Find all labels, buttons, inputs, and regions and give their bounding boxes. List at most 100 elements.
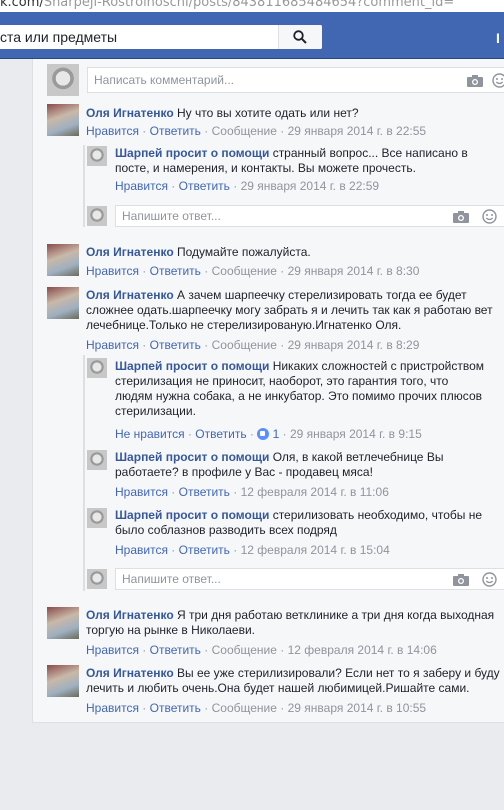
separator: · <box>280 338 285 352</box>
browser-url-bar[interactable]: k.com/Sharpeji-Rostrolnoschi/posts/84381… <box>0 0 504 12</box>
comment-date[interactable]: 29 января 2014 г. в 10:55 <box>288 701 426 715</box>
message-link[interactable]: Сообщение <box>212 264 277 278</box>
comment-author[interactable]: Оля Игнатенко <box>86 106 174 120</box>
user-avatar <box>87 569 107 589</box>
reply-link[interactable]: Ответить <box>179 485 230 499</box>
comment-date[interactable]: 12 февраля 2014 г. в 15:04 <box>241 543 390 557</box>
separator: · <box>171 543 176 557</box>
emoji-icon[interactable] <box>492 73 504 88</box>
reply-link[interactable]: Ответить <box>150 643 201 657</box>
url-path: Sharpeji-Rostrolnoschi/posts/84381168548… <box>43 0 455 10</box>
comment-actions: Нравится · Ответить · Сообщение · 29 янв… <box>86 700 426 716</box>
separator: · <box>204 338 209 352</box>
comment-date[interactable]: 29 января 2014 г. в 9:15 <box>290 427 422 441</box>
comment: Оля Игнатенко Вы ее уже стерилизировали?… <box>86 666 502 696</box>
comment-text: Ну что вы хотите одать или нет? <box>177 106 359 120</box>
comment-author[interactable]: Оля Игнатенко <box>86 288 174 302</box>
separator: · <box>280 643 285 657</box>
camera-icon[interactable] <box>453 211 469 223</box>
separator: · <box>187 427 192 441</box>
message-link[interactable]: Сообщение <box>212 643 277 657</box>
search-icon <box>293 30 307 44</box>
message-link[interactable]: Сообщение <box>212 338 277 352</box>
search-button[interactable] <box>278 25 322 49</box>
comment-author[interactable]: Оля Игнатенко <box>86 666 174 680</box>
likes-count[interactable]: 1 <box>273 427 280 441</box>
reply-input[interactable]: Напишите ответ... <box>115 568 504 590</box>
camera-icon[interactable] <box>453 574 469 586</box>
comment-date[interactable]: 12 февраля 2014 г. в 14:06 <box>288 643 437 657</box>
reply-link[interactable]: Ответить <box>150 264 201 278</box>
author-avatar[interactable] <box>47 607 79 639</box>
comment-author[interactable]: Шарпей просит о помощи <box>115 146 269 160</box>
author-avatar[interactable] <box>47 244 79 276</box>
unlike-link[interactable]: Не нравится <box>115 427 185 441</box>
like-icon[interactable] <box>257 428 270 440</box>
like-link[interactable]: Нравится <box>86 701 139 715</box>
comment: Оля Игнатенко Ну что вы хотите одать или… <box>86 106 496 121</box>
separator: · <box>280 701 285 715</box>
like-link[interactable]: Нравится <box>115 543 168 557</box>
reply-input[interactable]: Напишите ответ... <box>115 205 504 227</box>
emoji-icon[interactable] <box>482 572 497 587</box>
comment-actions: Не нравится · Ответить · 1 · 29 января 2… <box>115 426 422 442</box>
top-navigation-bar: I <box>0 12 504 59</box>
comment-author[interactable]: Оля Игнатенко <box>86 608 174 622</box>
comment-actions: Нравится · Ответить · Сообщение · 12 фев… <box>86 642 437 658</box>
emoji-icon[interactable] <box>482 209 497 224</box>
author-avatar[interactable] <box>47 287 79 319</box>
author-avatar[interactable] <box>87 358 107 378</box>
author-avatar[interactable] <box>47 104 79 136</box>
comment-actions: Нравится · Ответить · Сообщение · 29 янв… <box>86 337 419 353</box>
author-avatar[interactable] <box>87 450 107 470</box>
reply-link[interactable]: Ответить <box>150 338 201 352</box>
like-link[interactable]: Нравится <box>86 643 139 657</box>
reply-link[interactable]: Ответить <box>179 543 230 557</box>
like-link[interactable]: Нравится <box>86 338 139 352</box>
separator: · <box>142 338 147 352</box>
comment: Оля Игнатенко А зачем шарпеечку стерелиз… <box>86 288 502 333</box>
message-link[interactable]: Сообщение <box>212 701 277 715</box>
comment-date[interactable]: 29 января 2014 г. в 22:59 <box>241 179 379 193</box>
comment-date[interactable]: 12 февраля 2014 г. в 11:06 <box>241 485 389 499</box>
separator: · <box>142 643 147 657</box>
separator: · <box>233 179 238 193</box>
camera-icon[interactable] <box>467 75 483 87</box>
separator: · <box>280 264 285 278</box>
separator: · <box>204 643 209 657</box>
author-avatar[interactable] <box>87 146 107 166</box>
like-link[interactable]: Нравится <box>115 485 168 499</box>
comment-author[interactable]: Шарпей просит о помощи <box>115 508 269 522</box>
search-input[interactable] <box>0 25 280 49</box>
nav-cut-off-item: I <box>496 30 500 46</box>
reply-link[interactable]: Ответить <box>195 427 246 441</box>
separator: · <box>142 124 147 138</box>
separator: · <box>249 427 254 441</box>
separator: · <box>280 124 285 138</box>
reply-comment: Шарпей просит о помощи стерилизовать нео… <box>115 508 485 538</box>
comment-actions: Нравится · Ответить · Сообщение · 29 янв… <box>86 123 426 139</box>
reply-link[interactable]: Ответить <box>150 124 201 138</box>
comment-date[interactable]: 29 января 2014 г. в 8:30 <box>288 264 420 278</box>
comment-input[interactable]: Написать комментарий... <box>87 67 504 93</box>
reply-input-placeholder: Напишите ответ... <box>122 572 221 586</box>
reply-input-placeholder: Напишите ответ... <box>122 209 221 223</box>
like-link[interactable]: Нравится <box>115 179 168 193</box>
like-link[interactable]: Нравится <box>86 264 139 278</box>
like-link[interactable]: Нравится <box>86 124 139 138</box>
comment-date[interactable]: 29 января 2014 г. в 8:29 <box>288 338 420 352</box>
comment-author[interactable]: Шарпей просит о помощи <box>115 450 269 464</box>
reply-link[interactable]: Ответить <box>179 179 230 193</box>
comment-actions: Нравится · Ответить · 12 февраля 2014 г.… <box>115 542 390 558</box>
comment-date[interactable]: 29 января 2014 г. в 22:55 <box>288 124 426 138</box>
separator: · <box>204 264 209 278</box>
message-link[interactable]: Сообщение <box>212 124 277 138</box>
separator: · <box>171 179 176 193</box>
reply-link[interactable]: Ответить <box>150 701 201 715</box>
author-avatar[interactable] <box>47 665 79 697</box>
comment-author[interactable]: Оля Игнатенко <box>86 245 174 259</box>
author-avatar[interactable] <box>87 508 107 528</box>
comment-author[interactable]: Шарпей просит о помощи <box>115 359 269 373</box>
comment-actions: Нравится · Ответить · 12 февраля 2014 г.… <box>115 484 389 500</box>
reply-comment: Шарпей просит о помощи странный вопрос..… <box>115 146 480 176</box>
